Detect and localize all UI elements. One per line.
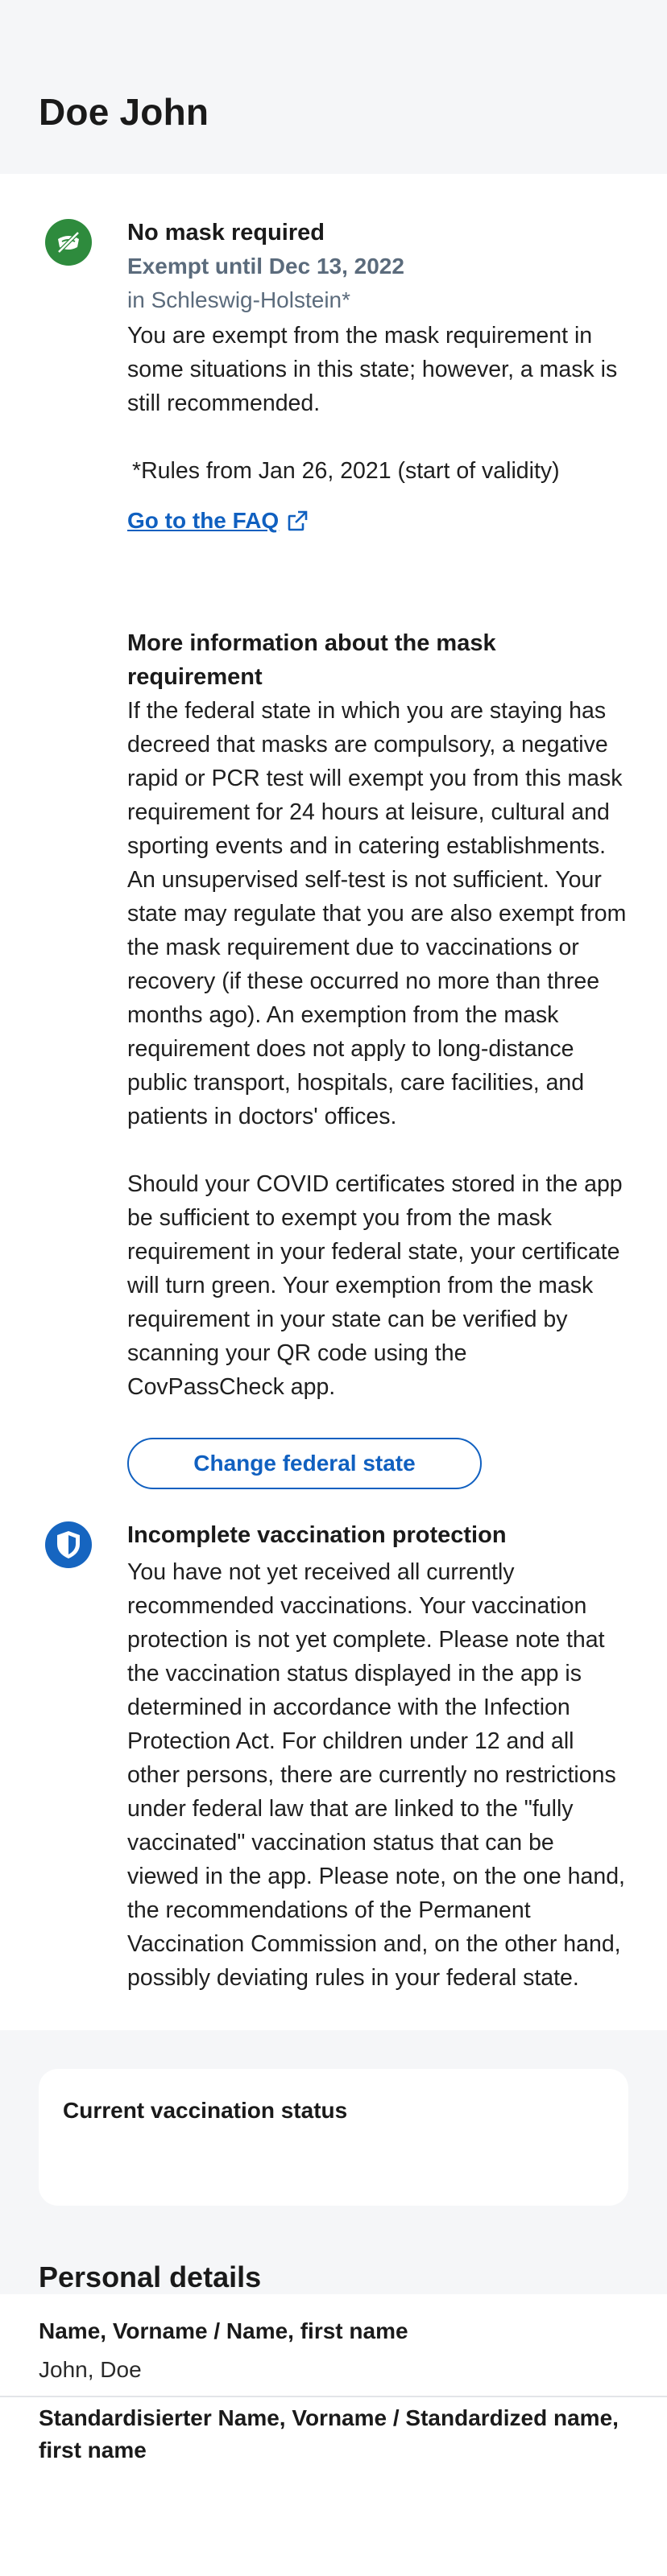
field-label: Standardisierter Name, Vorname / Standar… [39,2405,619,2462]
mask-status-title: No mask required [127,220,325,246]
faq-link[interactable]: Go to the FAQ [127,504,309,538]
mask-crossed-icon [45,219,92,266]
mask-status-section: No mask required Exempt until Dec 13, 20… [0,174,667,1489]
field-name: Name, Vorname / Name, first name John, D… [39,2294,628,2396]
more-info-paragraph-1: If the federal state in which you are st… [127,698,627,1129]
personal-details: Personal details [39,2260,628,2294]
vaccination-status-section: Incomplete vaccination protection You ha… [0,1489,667,2030]
current-vaccination-status-label: Current vaccination status [63,2098,348,2123]
rules-note: *Rules from Jan 26, 2021 (start of valid… [132,458,560,484]
field-label: Name, Vorname / Name, first name [39,2318,408,2343]
page-header: Doe John [0,0,667,174]
personal-details-title: Personal details [39,2260,262,2293]
federal-state-text: in Schleswig-Holstein* [127,287,351,312]
shield-icon [45,1521,92,1568]
mask-description: You are exempt from the mask requirement… [127,323,618,416]
field-standardized-name: Standardisierter Name, Vorname / Standar… [0,2397,667,2467]
change-federal-state-button[interactable]: Change federal state [127,1438,482,1489]
current-vaccination-status-card[interactable]: Current vaccination status [39,2069,628,2206]
change-state-row: Change federal state [127,1438,630,1489]
more-info-paragraph-2: Should your COVID certificates stored in… [127,1171,623,1400]
faq-row: Go to the FAQ [127,504,630,538]
vaccination-status-title: Incomplete vaccination protection [127,1522,507,1548]
field-value: John, Doe [39,2357,142,2382]
personal-details-fields: Name, Vorname / Name, first name John, D… [0,2294,667,2396]
more-info-title: More information about the mask requirem… [127,630,496,690]
faq-link-label: Go to the FAQ [127,508,280,533]
external-link-icon [288,510,308,531]
details-band: Current vaccination status Personal deta… [0,2030,667,2294]
exempt-until-text: Exempt until Dec 13, 2022 [127,254,404,279]
vaccination-description: You have not yet received all currently … [127,1559,625,1991]
certificate-holder-name: Doe John [39,91,209,133]
